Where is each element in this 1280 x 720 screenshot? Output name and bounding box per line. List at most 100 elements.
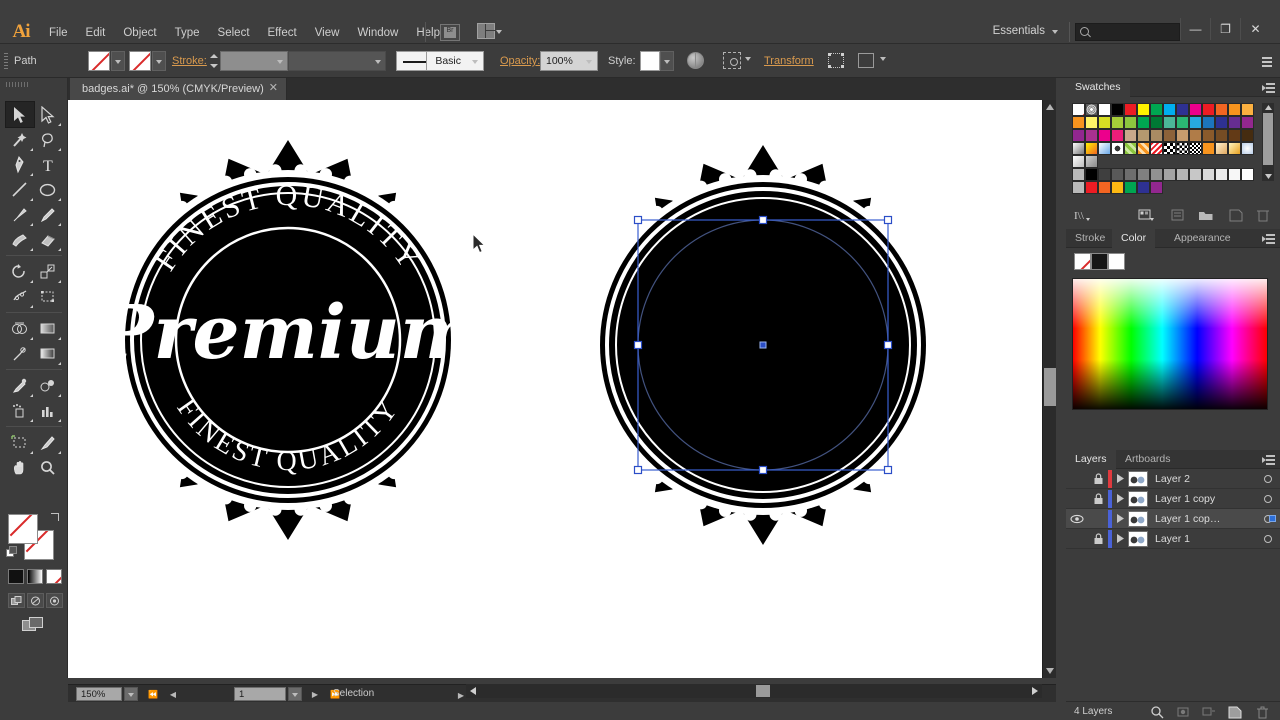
close-button[interactable]: ✕ bbox=[1240, 18, 1270, 40]
tools-panel-grip[interactable] bbox=[6, 82, 28, 87]
swatches-grid[interactable] bbox=[1072, 103, 1254, 194]
swatch-6-0[interactable] bbox=[1072, 181, 1085, 194]
gradient-tool[interactable] bbox=[34, 341, 62, 366]
swatches-panel-menu-icon[interactable] bbox=[1262, 83, 1275, 93]
swatch-5-10[interactable] bbox=[1202, 168, 1215, 181]
draw-inside-icon[interactable] bbox=[46, 593, 63, 608]
swatch-2-2[interactable] bbox=[1098, 129, 1111, 142]
type-tool[interactable]: T bbox=[34, 152, 62, 177]
color-mode-none-icon[interactable] bbox=[46, 569, 62, 584]
vertical-scroll-thumb[interactable] bbox=[1044, 368, 1056, 406]
swatch-libraries-icon[interactable]: I\\ bbox=[1074, 208, 1090, 222]
opacity-field[interactable]: 100% bbox=[540, 51, 598, 71]
swatch-5-11[interactable] bbox=[1215, 168, 1228, 181]
draw-behind-icon[interactable] bbox=[27, 593, 44, 608]
locate-object-icon[interactable] bbox=[1150, 705, 1166, 719]
swatch-0-7[interactable] bbox=[1163, 103, 1176, 116]
swatch-2-3[interactable] bbox=[1111, 129, 1124, 142]
swatch-6-3[interactable] bbox=[1111, 181, 1124, 194]
layer-target-indicator[interactable] bbox=[1256, 534, 1280, 543]
layer-row[interactable]: Layer 1 bbox=[1066, 529, 1280, 549]
swatches-scrollbar[interactable] bbox=[1262, 103, 1274, 181]
layer-expand-arrow-icon[interactable] bbox=[1112, 474, 1128, 483]
opacity-label[interactable]: Opacity: bbox=[500, 55, 540, 67]
arrange-documents-icon[interactable] bbox=[477, 23, 502, 41]
eyedropper-tool[interactable] bbox=[6, 373, 34, 398]
swatch-0-9[interactable] bbox=[1189, 103, 1202, 116]
layer-lock-toggle[interactable] bbox=[1088, 509, 1108, 529]
chevron-down-icon[interactable] bbox=[745, 57, 751, 61]
color-chip-black[interactable] bbox=[1091, 253, 1108, 270]
mesh-tool[interactable] bbox=[6, 341, 34, 366]
fill-swatch-button[interactable] bbox=[88, 51, 110, 71]
document-tab[interactable]: badges.ai* @ 150% (CMYK/Preview) ✕ bbox=[70, 78, 287, 100]
canvas-horizontal-scrollbar[interactable] bbox=[466, 684, 1042, 698]
swatch-0-12[interactable] bbox=[1228, 103, 1241, 116]
swatch-0-2[interactable] bbox=[1098, 103, 1111, 116]
shape-builder-tool[interactable] bbox=[6, 316, 34, 341]
scroll-up-arrow-icon[interactable] bbox=[1262, 103, 1274, 112]
swatch-1-5[interactable] bbox=[1137, 116, 1150, 129]
stroke-label[interactable]: Stroke: bbox=[172, 55, 207, 67]
layer-name[interactable]: Layer 2 bbox=[1148, 473, 1256, 485]
swatch-6-2[interactable] bbox=[1098, 181, 1111, 194]
menu-item-window[interactable]: Window bbox=[348, 22, 407, 44]
menu-item-type[interactable]: Type bbox=[166, 22, 209, 44]
swatch-1-6[interactable] bbox=[1150, 116, 1163, 129]
swatch-5-1[interactable] bbox=[1085, 168, 1098, 181]
swatch-6-4[interactable] bbox=[1124, 181, 1137, 194]
swatch-5-9[interactable] bbox=[1189, 168, 1202, 181]
swatch-1-9[interactable] bbox=[1189, 116, 1202, 129]
create-new-sublayer-icon[interactable] bbox=[1202, 705, 1218, 719]
layer-target-indicator[interactable] bbox=[1256, 494, 1280, 503]
swatch-3-0[interactable] bbox=[1072, 142, 1085, 155]
stroke-weight-stepper[interactable] bbox=[208, 51, 219, 71]
swatch-4-1[interactable] bbox=[1085, 155, 1098, 168]
swatch-2-7[interactable] bbox=[1163, 129, 1176, 142]
make-clipping-mask-icon[interactable] bbox=[1176, 705, 1192, 719]
width-tool[interactable] bbox=[6, 284, 34, 309]
swatch-2-10[interactable] bbox=[1202, 129, 1215, 142]
hand-tool[interactable] bbox=[6, 455, 34, 480]
layer-visibility-toggle[interactable] bbox=[1066, 489, 1088, 509]
swatch-1-13[interactable] bbox=[1241, 116, 1254, 129]
align-icon[interactable] bbox=[828, 53, 844, 68]
free-transform-tool[interactable] bbox=[34, 284, 62, 309]
zoom-dropdown[interactable] bbox=[124, 687, 138, 701]
menu-item-file[interactable]: File bbox=[40, 22, 77, 44]
menu-item-view[interactable]: View bbox=[306, 22, 349, 44]
menu-item-object[interactable]: Object bbox=[114, 22, 165, 44]
layer-name[interactable]: Layer 1 cop… bbox=[1148, 513, 1256, 525]
swatch-2-6[interactable] bbox=[1150, 129, 1163, 142]
scroll-left-arrow-icon[interactable] bbox=[466, 684, 480, 698]
chevron-down-icon[interactable] bbox=[880, 57, 886, 61]
swatch-5-13[interactable] bbox=[1241, 168, 1254, 181]
stroke-dropdown[interactable] bbox=[152, 51, 166, 71]
swatch-1-11[interactable] bbox=[1215, 116, 1228, 129]
tab-appearance[interactable]: Appearance bbox=[1165, 229, 1240, 248]
color-mode-gradient-icon[interactable] bbox=[27, 569, 43, 584]
layer-name[interactable]: Layer 1 copy bbox=[1148, 493, 1256, 505]
layer-target-indicator[interactable] bbox=[1256, 514, 1280, 523]
minimize-button[interactable]: — bbox=[1180, 18, 1210, 40]
ellipse-tool[interactable] bbox=[34, 177, 62, 202]
layer-lock-toggle[interactable] bbox=[1088, 489, 1108, 509]
swatch-2-13[interactable] bbox=[1241, 129, 1254, 142]
color-chip-white[interactable] bbox=[1108, 253, 1125, 270]
blob-brush-tool[interactable] bbox=[6, 227, 34, 252]
zoom-level-field[interactable]: 150% bbox=[76, 687, 122, 701]
color-panel[interactable] bbox=[1066, 248, 1280, 448]
layer-row[interactable]: Layer 1 cop… bbox=[1066, 509, 1280, 529]
swatch-1-12[interactable] bbox=[1228, 116, 1241, 129]
next-artboard-button[interactable]: ▶ bbox=[308, 687, 322, 701]
workspace-switcher[interactable]: Essentials bbox=[993, 25, 1045, 37]
symbol-sprayer-tool[interactable] bbox=[6, 398, 34, 423]
swatch-3-8[interactable] bbox=[1176, 142, 1189, 155]
swatch-2-8[interactable] bbox=[1176, 129, 1189, 142]
color-panel-menu-icon[interactable] bbox=[1262, 234, 1275, 244]
layer-target-indicator[interactable] bbox=[1256, 474, 1280, 483]
fill-dropdown[interactable] bbox=[111, 51, 125, 71]
swatch-3-3[interactable] bbox=[1111, 142, 1124, 155]
horizontal-scroll-thumb[interactable] bbox=[756, 685, 770, 697]
direct-selection-tool[interactable] bbox=[34, 102, 62, 127]
